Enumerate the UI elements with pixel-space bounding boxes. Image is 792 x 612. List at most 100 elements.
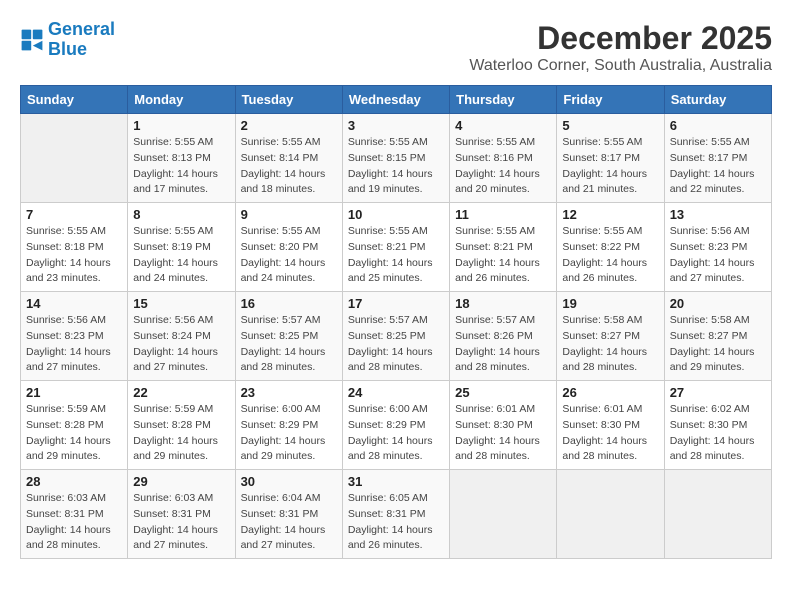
day-header-tuesday: Tuesday bbox=[235, 86, 342, 114]
day-info: Sunrise: 5:57 AM Sunset: 8:25 PM Dayligh… bbox=[348, 313, 444, 376]
page-header: General Blue December 2025 Waterloo Corn… bbox=[20, 20, 772, 75]
day-number: 14 bbox=[26, 296, 122, 311]
day-number: 26 bbox=[562, 385, 658, 400]
day-number: 31 bbox=[348, 474, 444, 489]
calendar-cell: 25Sunrise: 6:01 AM Sunset: 8:30 PM Dayli… bbox=[450, 381, 557, 470]
day-number: 13 bbox=[670, 207, 766, 222]
day-number: 11 bbox=[455, 207, 551, 222]
day-header-saturday: Saturday bbox=[664, 86, 771, 114]
calendar-header-row: SundayMondayTuesdayWednesdayThursdayFrid… bbox=[21, 86, 772, 114]
day-number: 27 bbox=[670, 385, 766, 400]
day-header-monday: Monday bbox=[128, 86, 235, 114]
calendar-week-3: 14Sunrise: 5:56 AM Sunset: 8:23 PM Dayli… bbox=[21, 292, 772, 381]
day-number: 9 bbox=[241, 207, 337, 222]
calendar-cell: 19 Sunrise: 5:58 AM Sunset: 8:27 PM Dayli… bbox=[557, 292, 664, 381]
calendar-cell: 23 Sunrise: 6:00 AM Sunset: 8:29 PM Dayli… bbox=[235, 381, 342, 470]
calendar-cell: 24 Sunrise: 6:00 AM Sunset: 8:29 PM Dayli… bbox=[342, 381, 449, 470]
day-info: Sunrise: 5:55 AM Sunset: 8:16 PM Dayligh… bbox=[455, 135, 551, 198]
day-info: Sunrise: 6:05 AM Sunset: 8:31 PM Dayligh… bbox=[348, 491, 444, 554]
day-number: 7 bbox=[26, 207, 122, 222]
day-number: 23 bbox=[241, 385, 337, 400]
calendar-cell: 3 Sunrise: 5:55 AM Sunset: 8:15 PM Daylig… bbox=[342, 114, 449, 203]
day-number: 10 bbox=[348, 207, 444, 222]
day-number: 28 bbox=[26, 474, 122, 489]
logo-text: General Blue bbox=[48, 20, 115, 60]
day-info: Sunrise: 5:55 AM Sunset: 8:13 PM Dayligh… bbox=[133, 135, 229, 198]
month-title: December 2025 bbox=[469, 20, 772, 57]
day-number: 19 bbox=[562, 296, 658, 311]
calendar-cell: 18Sunrise: 5:57 AM Sunset: 8:26 PM Dayli… bbox=[450, 292, 557, 381]
day-info: Sunrise: 6:00 AM Sunset: 8:29 PM Dayligh… bbox=[348, 402, 444, 465]
calendar-cell bbox=[557, 470, 664, 559]
calendar-cell: 10 Sunrise: 5:55 AM Sunset: 8:21 PM Dayli… bbox=[342, 203, 449, 292]
day-info: Sunrise: 6:04 AM Sunset: 8:31 PM Dayligh… bbox=[241, 491, 337, 554]
day-info: Sunrise: 5:58 AM Sunset: 8:27 PM Dayligh… bbox=[562, 313, 658, 376]
day-number: 20 bbox=[670, 296, 766, 311]
calendar-week-4: 21Sunrise: 5:59 AM Sunset: 8:28 PM Dayli… bbox=[21, 381, 772, 470]
day-number: 8 bbox=[133, 207, 229, 222]
day-number: 6 bbox=[670, 118, 766, 133]
calendar-cell: 17Sunrise: 5:57 AM Sunset: 8:25 PM Dayli… bbox=[342, 292, 449, 381]
calendar-cell: 11Sunrise: 5:55 AM Sunset: 8:21 PM Dayli… bbox=[450, 203, 557, 292]
calendar-cell: 7 Sunrise: 5:55 AM Sunset: 8:18 PM Daylig… bbox=[21, 203, 128, 292]
day-header-thursday: Thursday bbox=[450, 86, 557, 114]
day-info: Sunrise: 5:55 AM Sunset: 8:15 PM Dayligh… bbox=[348, 135, 444, 198]
calendar-cell: 16Sunrise: 5:57 AM Sunset: 8:25 PM Dayli… bbox=[235, 292, 342, 381]
day-header-sunday: Sunday bbox=[21, 86, 128, 114]
day-number: 4 bbox=[455, 118, 551, 133]
calendar-cell: 4 Sunrise: 5:55 AM Sunset: 8:16 PM Daylig… bbox=[450, 114, 557, 203]
calendar-cell: 15 Sunrise: 5:56 AM Sunset: 8:24 PM Dayli… bbox=[128, 292, 235, 381]
day-number: 1 bbox=[133, 118, 229, 133]
day-info: Sunrise: 5:55 AM Sunset: 8:21 PM Dayligh… bbox=[348, 224, 444, 287]
day-info: Sunrise: 5:59 AM Sunset: 8:28 PM Dayligh… bbox=[133, 402, 229, 465]
day-number: 24 bbox=[348, 385, 444, 400]
calendar-week-2: 7 Sunrise: 5:55 AM Sunset: 8:18 PM Daylig… bbox=[21, 203, 772, 292]
calendar-cell: 21Sunrise: 5:59 AM Sunset: 8:28 PM Dayli… bbox=[21, 381, 128, 470]
logo: General Blue bbox=[20, 20, 115, 60]
day-info: Sunrise: 5:57 AM Sunset: 8:26 PM Dayligh… bbox=[455, 313, 551, 376]
calendar-cell: 13Sunrise: 5:56 AM Sunset: 8:23 PM Dayli… bbox=[664, 203, 771, 292]
calendar-cell: 9 Sunrise: 5:55 AM Sunset: 8:20 PM Daylig… bbox=[235, 203, 342, 292]
logo-line2: Blue bbox=[48, 39, 87, 59]
calendar-cell bbox=[664, 470, 771, 559]
calendar-table: SundayMondayTuesdayWednesdayThursdayFrid… bbox=[20, 85, 772, 559]
day-info: Sunrise: 5:55 AM Sunset: 8:19 PM Dayligh… bbox=[133, 224, 229, 287]
day-header-wednesday: Wednesday bbox=[342, 86, 449, 114]
calendar-cell: 8 Sunrise: 5:55 AM Sunset: 8:19 PM Daylig… bbox=[128, 203, 235, 292]
day-info: Sunrise: 5:56 AM Sunset: 8:24 PM Dayligh… bbox=[133, 313, 229, 376]
logo-icon bbox=[20, 28, 44, 52]
day-number: 22 bbox=[133, 385, 229, 400]
day-number: 3 bbox=[348, 118, 444, 133]
calendar-cell: 30 Sunrise: 6:04 AM Sunset: 8:31 PM Dayli… bbox=[235, 470, 342, 559]
day-info: Sunrise: 5:57 AM Sunset: 8:25 PM Dayligh… bbox=[241, 313, 337, 376]
calendar-cell: 2Sunrise: 5:55 AM Sunset: 8:14 PM Daylig… bbox=[235, 114, 342, 203]
calendar-cell: 29Sunrise: 6:03 AM Sunset: 8:31 PM Dayli… bbox=[128, 470, 235, 559]
day-info: Sunrise: 6:00 AM Sunset: 8:29 PM Dayligh… bbox=[241, 402, 337, 465]
calendar-cell bbox=[21, 114, 128, 203]
day-info: Sunrise: 5:55 AM Sunset: 8:20 PM Dayligh… bbox=[241, 224, 337, 287]
calendar-cell: 31 Sunrise: 6:05 AM Sunset: 8:31 PM Dayli… bbox=[342, 470, 449, 559]
day-info: Sunrise: 5:55 AM Sunset: 8:18 PM Dayligh… bbox=[26, 224, 122, 287]
day-info: Sunrise: 6:01 AM Sunset: 8:30 PM Dayligh… bbox=[562, 402, 658, 465]
day-info: Sunrise: 5:59 AM Sunset: 8:28 PM Dayligh… bbox=[26, 402, 122, 465]
day-info: Sunrise: 5:55 AM Sunset: 8:17 PM Dayligh… bbox=[670, 135, 766, 198]
calendar-body: 1 Sunrise: 5:55 AM Sunset: 8:13 PM Daylig… bbox=[21, 114, 772, 559]
calendar-cell: 5Sunrise: 5:55 AM Sunset: 8:17 PM Daylig… bbox=[557, 114, 664, 203]
day-info: Sunrise: 5:55 AM Sunset: 8:17 PM Dayligh… bbox=[562, 135, 658, 198]
day-number: 12 bbox=[562, 207, 658, 222]
day-info: Sunrise: 6:03 AM Sunset: 8:31 PM Dayligh… bbox=[133, 491, 229, 554]
calendar-cell bbox=[450, 470, 557, 559]
location-title: Waterloo Corner, South Australia, Austra… bbox=[469, 57, 772, 75]
calendar-cell: 12 Sunrise: 5:55 AM Sunset: 8:22 PM Dayli… bbox=[557, 203, 664, 292]
day-info: Sunrise: 6:03 AM Sunset: 8:31 PM Dayligh… bbox=[26, 491, 122, 554]
calendar-cell: 22 Sunrise: 5:59 AM Sunset: 8:28 PM Dayli… bbox=[128, 381, 235, 470]
calendar-cell: 27 Sunrise: 6:02 AM Sunset: 8:30 PM Dayli… bbox=[664, 381, 771, 470]
calendar-week-5: 28 Sunrise: 6:03 AM Sunset: 8:31 PM Dayli… bbox=[21, 470, 772, 559]
day-number: 15 bbox=[133, 296, 229, 311]
day-info: Sunrise: 6:02 AM Sunset: 8:30 PM Dayligh… bbox=[670, 402, 766, 465]
calendar-cell: 1 Sunrise: 5:55 AM Sunset: 8:13 PM Daylig… bbox=[128, 114, 235, 203]
day-number: 30 bbox=[241, 474, 337, 489]
day-number: 2 bbox=[241, 118, 337, 133]
day-info: Sunrise: 5:55 AM Sunset: 8:22 PM Dayligh… bbox=[562, 224, 658, 287]
calendar-cell: 6 Sunrise: 5:55 AM Sunset: 8:17 PM Daylig… bbox=[664, 114, 771, 203]
